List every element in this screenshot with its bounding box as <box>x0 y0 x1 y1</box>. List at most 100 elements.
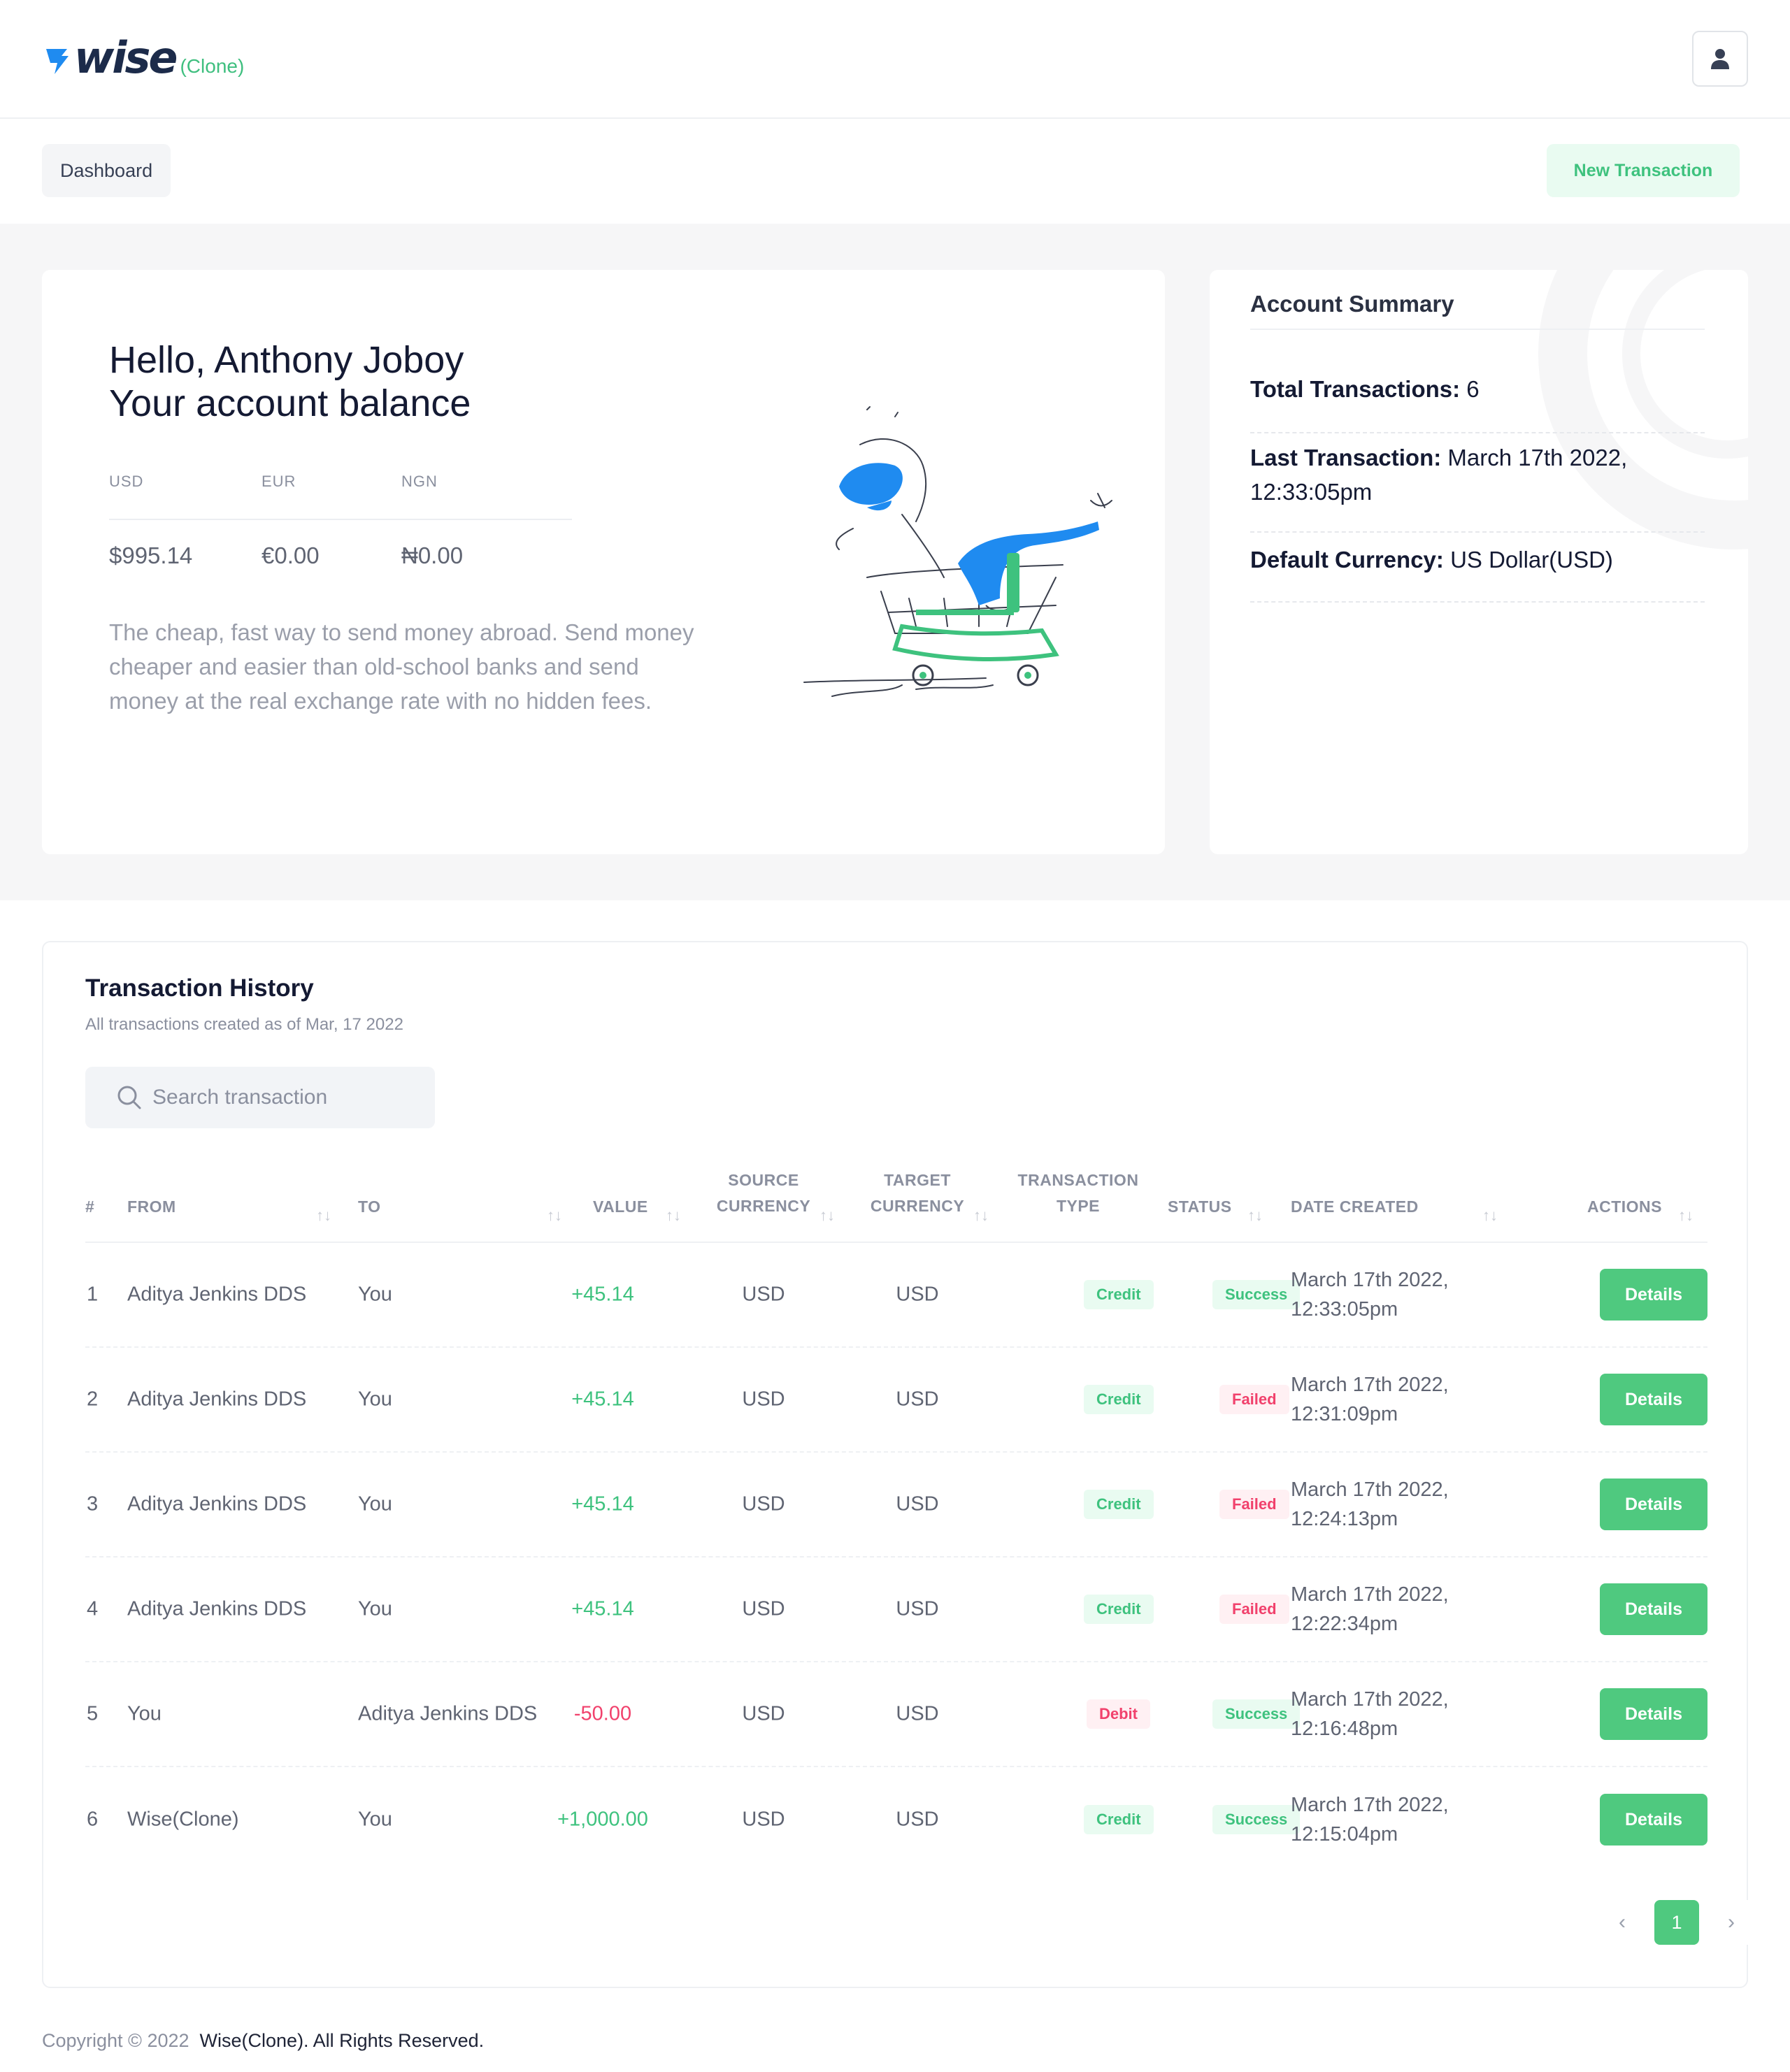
summary-default-currency: Default Currency: US Dollar(USD) <box>1250 535 1705 603</box>
row-source-currency: USD <box>742 1808 785 1831</box>
row-number: 6 <box>87 1808 99 1831</box>
balance-title: Your account balance <box>109 382 471 424</box>
row-number: 1 <box>87 1283 99 1306</box>
logo-mark-icon <box>46 49 69 74</box>
dashboard-button[interactable]: Dashboard <box>42 144 171 197</box>
header-line: TRANSACTION <box>1017 1171 1139 1189</box>
summary-divider <box>1250 329 1705 330</box>
row-from: Wise(Clone) <box>127 1808 239 1831</box>
balance-usd: USD $995.14 <box>109 473 262 569</box>
row-value: +45.14 <box>571 1388 634 1411</box>
row-to: Aditya Jenkins DDS <box>358 1702 538 1725</box>
sort-icon[interactable]: ↑↓ <box>973 1207 989 1225</box>
sort-icon[interactable]: ↑↓ <box>1678 1207 1694 1225</box>
status-badge: Success <box>1212 1280 1301 1309</box>
type-badge: Debit <box>1087 1699 1150 1729</box>
header-line: CURRENCY <box>870 1197 965 1215</box>
pagination: ‹ 1 › <box>1600 1900 1763 1945</box>
row-value: +45.14 <box>571 1283 634 1306</box>
column-header-from[interactable]: FROM <box>127 1194 176 1220</box>
row-number: 3 <box>87 1492 99 1516</box>
search-input[interactable]: Search transaction <box>85 1067 435 1128</box>
page-button-1[interactable]: 1 <box>1654 1900 1699 1945</box>
date-line: March 17th 2022, <box>1291 1269 1449 1291</box>
details-button[interactable]: Details <box>1600 1794 1707 1846</box>
header-line: CURRENCY <box>716 1197 811 1215</box>
sort-icon[interactable]: ↑↓ <box>1247 1207 1263 1225</box>
footer-brand: Wise(Clone). All Rights Reserved. <box>199 2030 485 2051</box>
details-button[interactable]: Details <box>1600 1479 1707 1530</box>
row-from: Aditya Jenkins DDS <box>127 1283 307 1306</box>
balance-heading: Hello, Anthony Joboy Your account balanc… <box>109 338 471 425</box>
currency-amount: €0.00 <box>262 542 320 568</box>
column-header-date-created[interactable]: DATE CREATED <box>1291 1194 1419 1220</box>
type-badge: Credit <box>1084 1805 1154 1834</box>
summary-label: Default Currency: <box>1250 547 1444 573</box>
details-button[interactable]: Details <box>1600 1583 1707 1635</box>
chevron-left-icon[interactable]: ‹ <box>1600 1900 1645 1945</box>
header-line: TYPE <box>1056 1197 1101 1215</box>
sort-icon[interactable]: ↑↓ <box>666 1207 681 1225</box>
row-target-currency: USD <box>896 1702 939 1725</box>
sort-icon[interactable]: ↑↓ <box>316 1207 331 1225</box>
date-line: 12:31:09pm <box>1291 1403 1398 1425</box>
row-target-currency: USD <box>896 1597 939 1620</box>
summary-label: Last Transaction: <box>1250 445 1442 470</box>
date-line: 12:24:13pm <box>1291 1508 1398 1530</box>
type-badge: Credit <box>1084 1280 1154 1309</box>
column-header-transaction-type[interactable]: TRANSACTION TYPE <box>1015 1167 1141 1219</box>
column-header-actions: ACTIONS <box>1587 1197 1662 1216</box>
currency-balances: USD $995.14 EUR €0.00 NGN ₦0.00 <box>109 473 554 569</box>
hero-description: The cheap, fast way to send money abroad… <box>109 619 694 714</box>
summary-total-transactions: Total Transactions: 6 <box>1250 372 1705 433</box>
column-header-source-currency[interactable]: SOURCE CURRENCY <box>708 1167 819 1219</box>
status-badge: Failed <box>1219 1385 1289 1414</box>
date-line: March 17th 2022, <box>1291 1374 1449 1396</box>
row-to: You <box>358 1388 392 1411</box>
row-target-currency: USD <box>896 1808 939 1831</box>
status-badge: Failed <box>1219 1490 1289 1519</box>
new-transaction-button[interactable]: New Transaction <box>1547 144 1740 197</box>
currency-divider <box>109 519 572 520</box>
row-value: +45.14 <box>571 1597 634 1620</box>
currency-amount: ₦0.00 <box>401 542 464 568</box>
type-badge: Credit <box>1084 1490 1154 1519</box>
row-date: March 17th 2022, 12:15:04pm <box>1291 1790 1449 1849</box>
balance-ngn: NGN ₦0.00 <box>401 473 554 569</box>
header-line: TARGET <box>884 1171 951 1189</box>
currency-label: USD <box>109 473 144 490</box>
date-line: March 17th 2022, <box>1291 1688 1449 1711</box>
user-menu-button[interactable] <box>1692 31 1748 87</box>
account-summary-card: Account Summary Total Transactions: 6 La… <box>1210 270 1748 854</box>
column-header-target-currency[interactable]: TARGET CURRENCY <box>861 1167 973 1219</box>
sort-icon[interactable]: ↑↓ <box>1482 1207 1498 1225</box>
chevron-right-icon[interactable]: › <box>1709 1900 1754 1945</box>
row-value: +1,000.00 <box>557 1808 648 1831</box>
row-date: March 17th 2022, 12:31:09pm <box>1291 1370 1449 1429</box>
currency-label: EUR <box>262 473 296 490</box>
transaction-history-subtitle: All transactions created as of Mar, 17 2… <box>85 1015 403 1034</box>
wise-logo[interactable]: wise (Clone) <box>43 36 244 80</box>
details-button[interactable]: Details <box>1600 1269 1707 1321</box>
status-badge: Success <box>1212 1805 1301 1834</box>
user-icon <box>1711 49 1729 69</box>
currency-amount: $995.14 <box>109 542 193 568</box>
details-button[interactable]: Details <box>1600 1688 1707 1740</box>
status-badge: Failed <box>1219 1595 1289 1624</box>
row-from: You <box>127 1702 162 1725</box>
row-target-currency: USD <box>896 1283 939 1306</box>
column-header-status[interactable]: STATUS <box>1168 1194 1232 1220</box>
row-number: 5 <box>87 1702 99 1725</box>
balance-card: Hello, Anthony Joboy Your account balanc… <box>42 270 1165 854</box>
transaction-history-card: Transaction History All transactions cre… <box>42 941 1754 1988</box>
date-line: 12:22:34pm <box>1291 1613 1398 1635</box>
column-header-value[interactable]: VALUE <box>593 1194 648 1220</box>
column-header-to[interactable]: TO <box>358 1194 381 1220</box>
details-button[interactable]: Details <box>1600 1374 1707 1425</box>
summary-label: Total Transactions: <box>1250 376 1461 402</box>
row-from: Aditya Jenkins DDS <box>127 1388 307 1411</box>
row-from: Aditya Jenkins DDS <box>127 1492 307 1516</box>
sort-icon[interactable]: ↑↓ <box>819 1207 835 1225</box>
sort-icon[interactable]: ↑↓ <box>547 1207 562 1225</box>
date-line: March 17th 2022, <box>1291 1794 1449 1816</box>
